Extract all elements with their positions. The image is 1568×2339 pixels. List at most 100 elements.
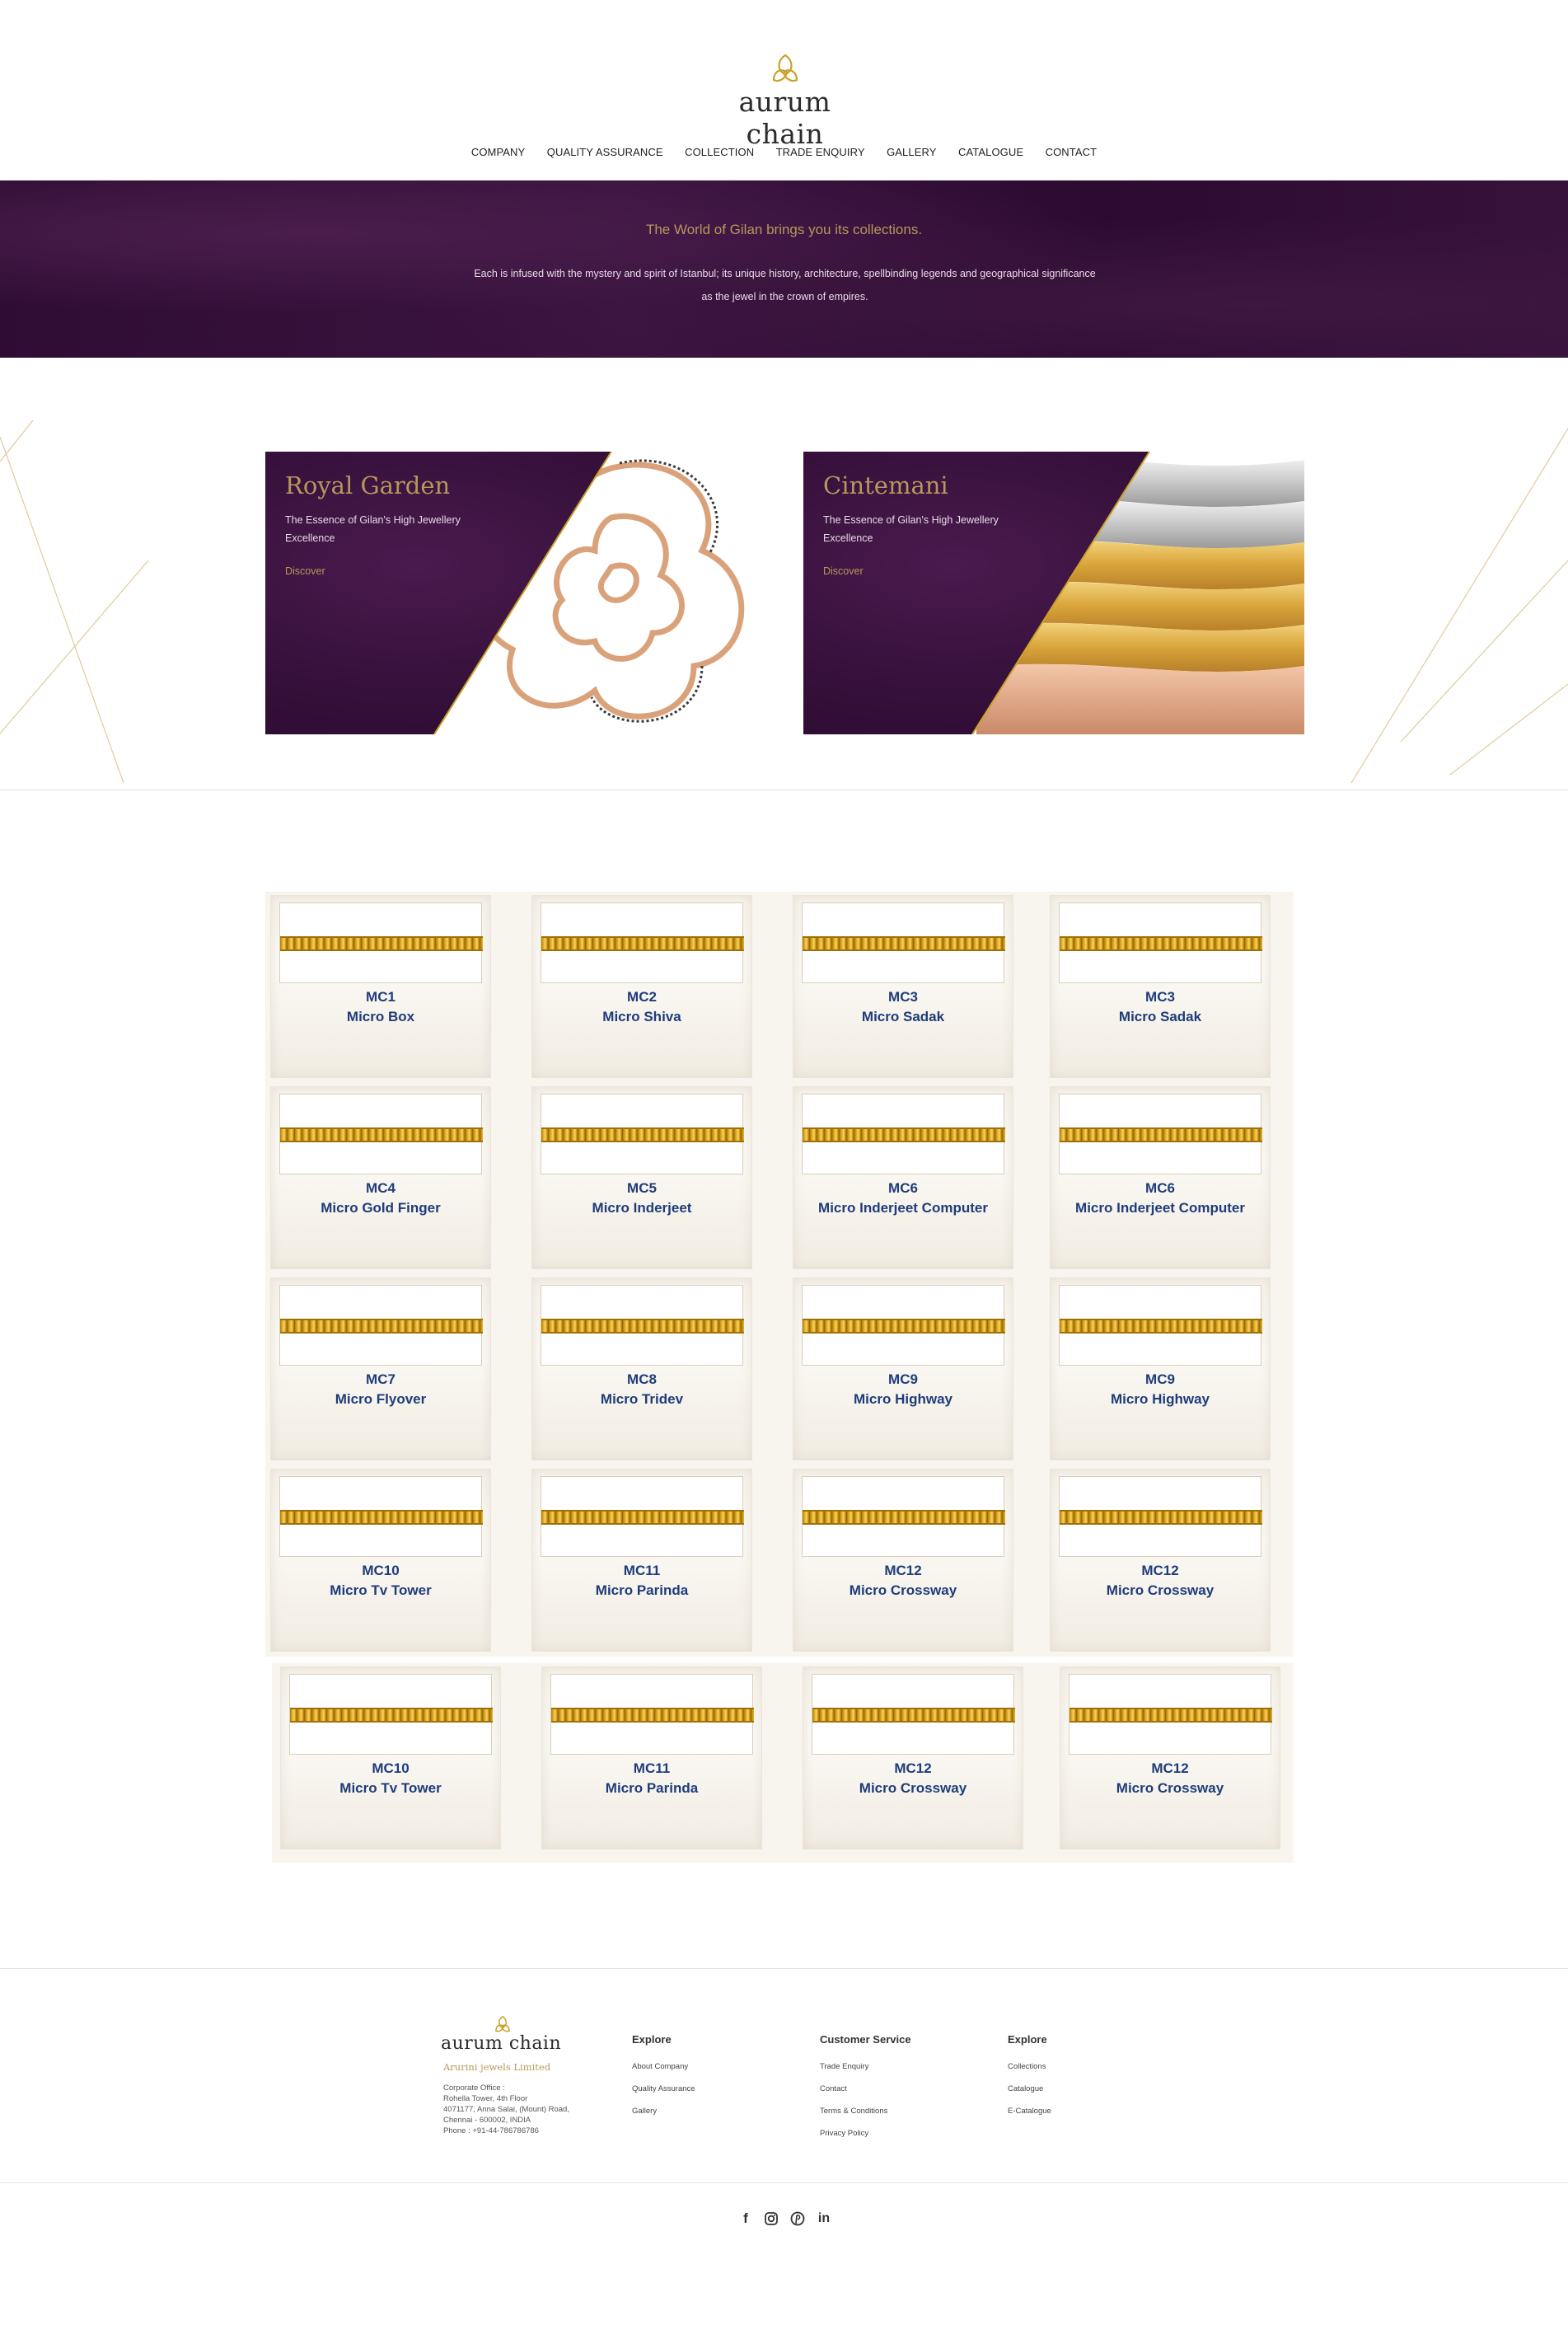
product-name: Micro Box [346, 1009, 415, 1024]
chain-thumbnail [802, 902, 1005, 983]
feature-card-cintemani[interactable]: Cintemani The Essence of Gilan's High Je… [803, 452, 1304, 734]
chain-thumbnail [802, 1094, 1005, 1174]
product-tile[interactable]: MC12 Micro Crossway [1060, 1666, 1280, 1849]
chain-thumbnail [1059, 902, 1262, 983]
product-code: MC3 [1145, 989, 1175, 1005]
gold-chain-image [803, 1127, 1005, 1142]
footer-link-trade-enquiry[interactable]: Trade Enquiry [820, 2062, 911, 2071]
product-tile[interactable]: MC1 Micro Box [270, 895, 491, 1078]
chain-thumbnail [541, 1476, 744, 1557]
product-code: MC7 [366, 1371, 396, 1387]
chain-thumbnail [279, 1476, 483, 1557]
product-code: MC9 [1145, 1371, 1175, 1387]
product-tile[interactable]: MC6 Micro Inderjeet Computer [793, 1086, 1013, 1269]
product-tile[interactable]: MC5 Micro Inderjeet [531, 1086, 752, 1269]
product-name: Micro Gold Finger [321, 1200, 441, 1216]
chain-thumbnail [279, 902, 483, 983]
linkedin-icon[interactable]: in [814, 2209, 834, 2229]
product-tile[interactable]: MC11 Micro Parinda [541, 1666, 762, 1849]
discover-link[interactable]: Discover [285, 565, 325, 577]
footer-link-about-company[interactable]: About Company [632, 2062, 695, 2071]
product-code: MC6 [888, 1180, 918, 1196]
product-tile[interactable]: MC11 Micro Parinda [531, 1469, 752, 1652]
footer-logo-text: aurum chain [441, 2033, 562, 2054]
facebook-icon[interactable]: f [736, 2209, 756, 2229]
product-tile[interactable]: MC3 Micro Sadak [1050, 895, 1271, 1078]
footer-column-explore-2: Explore Collections Catalogue E-Catalogu… [1008, 2033, 1051, 2129]
product-name: Micro Highway [1111, 1391, 1210, 1407]
product-tile[interactable]: MC7 Micro Flyover [270, 1277, 491, 1460]
nav-quality-assurance[interactable]: QUALITY ASSURANCE [547, 146, 663, 158]
product-tile[interactable]: MC12 Micro Crossway [803, 1666, 1023, 1849]
footer-logo[interactable]: aurum chain [441, 2015, 564, 2054]
product-name: Micro Inderjeet Computer [818, 1200, 988, 1216]
product-tile[interactable]: MC2 Micro Shiva [531, 895, 752, 1078]
product-name: Micro Crossway [849, 1582, 957, 1598]
product-tile[interactable]: MC10 Micro Tv Tower [270, 1469, 491, 1652]
chain-thumbnail [1059, 1476, 1262, 1557]
product-tile[interactable]: MC10 Micro Tv Tower [280, 1666, 501, 1849]
instagram-icon[interactable] [761, 2209, 781, 2229]
nav-trade-enquiry[interactable]: TRADE ENQUIRY [776, 146, 865, 158]
gold-chain-image [280, 1127, 483, 1142]
product-code: MC1 [366, 989, 396, 1005]
site-header: aurum chain COMPANY QUALITY ASSURANCE CO… [0, 0, 1568, 180]
footer-column-customer-service: Customer Service Trade Enquiry Contact T… [820, 2033, 911, 2151]
product-name: Micro Tv Tower [330, 1582, 432, 1598]
product-name: Micro Parinda [595, 1582, 689, 1598]
gold-chain-image [1060, 1127, 1262, 1142]
product-tile[interactable]: MC9 Micro Highway [793, 1277, 1013, 1460]
product-code: MC5 [627, 1180, 657, 1196]
product-name: Micro Tv Tower [339, 1780, 442, 1796]
footer-column-heading: Explore [632, 2033, 672, 2046]
footer-link-catalogue[interactable]: Catalogue [1008, 2084, 1051, 2093]
product-name: Micro Crossway [1106, 1582, 1215, 1598]
nav-company[interactable]: COMPANY [471, 146, 525, 158]
footer-bottom-divider [0, 2182, 1568, 2183]
feature-card-royal-garden[interactable]: Royal Garden The Essence of Gilan's High… [265, 452, 766, 734]
gold-chain-image [280, 1319, 483, 1334]
product-tile[interactable]: MC6 Micro Inderjeet Computer [1050, 1086, 1271, 1269]
product-tile[interactable]: MC9 Micro Highway [1050, 1277, 1271, 1460]
product-tile[interactable]: MC12 Micro Crossway [1050, 1469, 1271, 1652]
footer-link-gallery[interactable]: Gallery [632, 2107, 695, 2116]
pinterest-icon[interactable] [788, 2209, 807, 2229]
gold-chain-image [1060, 1319, 1262, 1334]
hero-title: The World of Gilan brings you its collec… [645, 222, 923, 237]
chain-thumbnail [279, 1285, 483, 1366]
chain-thumbnail [541, 1285, 744, 1366]
nav-gallery[interactable]: GALLERY [887, 146, 936, 158]
footer-link-terms[interactable]: Terms & Conditions [820, 2107, 911, 2116]
chain-thumbnail [541, 902, 744, 983]
footer-column-heading: Customer Service [820, 2033, 911, 2046]
nav-catalogue[interactable]: CATALOGUE [958, 146, 1023, 158]
chain-thumbnail [802, 1285, 1005, 1366]
gold-chain-image [1060, 1510, 1262, 1525]
footer-link-privacy-policy[interactable]: Privacy Policy [820, 2129, 911, 2138]
product-code: MC3 [888, 989, 918, 1005]
hero-text: Each is infused with the mystery and spi… [474, 268, 1096, 302]
chain-thumbnail [1069, 1674, 1272, 1755]
product-tile[interactable]: MC3 Micro Sadak [793, 895, 1013, 1078]
footer-link-contact[interactable]: Contact [820, 2084, 911, 2093]
footer-link-collections[interactable]: Collections [1008, 2062, 1051, 2071]
product-name: Micro Flyover [335, 1391, 427, 1407]
product-name: Micro Sadak [1118, 1009, 1202, 1024]
footer-link-quality-assurance[interactable]: Quality Assurance [632, 2084, 695, 2093]
nav-contact[interactable]: CONTACT [1046, 146, 1098, 158]
gold-chain-image [803, 936, 1005, 951]
logo-knot-icon [495, 2015, 510, 2032]
main-nav: COMPANY QUALITY ASSURANCE COLLECTION TRA… [0, 145, 1568, 160]
product-tile[interactable]: MC4 Micro Gold Finger [270, 1086, 491, 1269]
gold-chain-image [280, 936, 483, 951]
discover-link[interactable]: Discover [823, 565, 864, 577]
footer-link-e-catalogue[interactable]: E-Catalogue [1008, 2107, 1051, 2116]
footer-address: Corporate Office : Rohella Tower, 4th Fl… [443, 2084, 569, 2135]
product-name: Micro Tridev [600, 1391, 684, 1407]
product-tile[interactable]: MC12 Micro Crossway [793, 1469, 1013, 1652]
site-logo[interactable]: aurum chain [700, 53, 869, 150]
product-tile[interactable]: MC8 Micro Tridev [531, 1277, 752, 1460]
gold-chain-image [290, 1708, 493, 1723]
nav-collection[interactable]: COLLECTION [685, 146, 754, 158]
product-code: MC4 [366, 1180, 396, 1196]
